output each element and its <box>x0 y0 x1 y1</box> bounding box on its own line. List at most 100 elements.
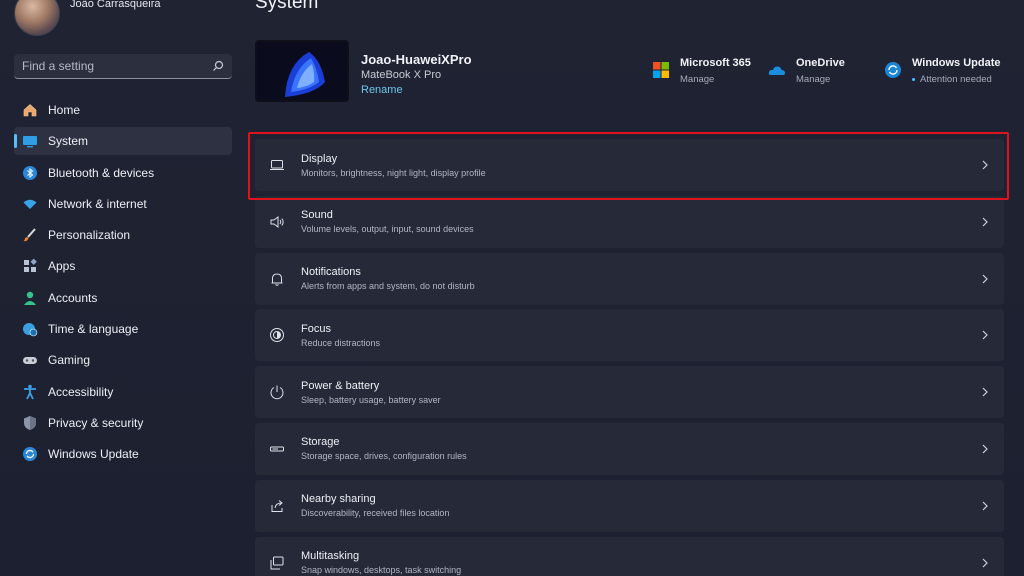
sidebar-item-label: Personalization <box>48 228 131 243</box>
sidebar-item-label: Home <box>48 103 81 117</box>
user-profile[interactable]: João Carrasqueira <box>14 0 161 36</box>
sidebar-item-privacy[interactable]: Privacy & security <box>14 409 232 437</box>
cloud-icon <box>768 66 785 75</box>
wifi-icon <box>22 196 38 212</box>
sidebar-item-bluetooth[interactable]: Bluetooth & devices <box>14 159 232 187</box>
sidebar-item-personalization[interactable]: Personalization <box>14 221 232 249</box>
sidebar-item-label: Gaming <box>48 353 91 368</box>
sidebar-item-network[interactable]: Network & internet <box>14 190 232 218</box>
sidebar-item-accounts[interactable]: Accounts <box>14 284 232 312</box>
update-icon <box>885 62 901 78</box>
card-sound[interactable]: Sound Volume levels, output, input, sound… <box>255 195 1004 248</box>
sidebar: João Carrasqueira Find a setting Home Sy… <box>0 0 242 576</box>
card-notifications[interactable]: Notifications Alerts from apps and system… <box>255 252 1004 305</box>
rename-link[interactable]: Rename <box>361 84 403 96</box>
card-multitasking[interactable]: Multitasking Snap windows, desktops, task… <box>255 536 1004 576</box>
microsoft-365-tile[interactable]: Microsoft 365 Manage <box>652 57 751 85</box>
card-subtitle: Sleep, battery usage, battery saver <box>301 394 441 405</box>
chevron-right-icon <box>982 217 988 227</box>
sidebar-item-label: Accessibility <box>48 384 114 399</box>
card-subtitle: Alerts from apps and system, do not dist… <box>301 281 475 292</box>
chevron-right-icon <box>982 330 988 340</box>
card-subtitle: Snap windows, desktops, task switching <box>301 565 462 576</box>
sidebar-item-time-language[interactable]: Time & language <box>14 315 232 343</box>
device-name: Joao-HuaweiXPro <box>361 52 472 67</box>
sidebar-nav: Home System Bluetooth & devices Network … <box>14 96 232 472</box>
search-icon <box>213 60 224 71</box>
sidebar-item-windows-update[interactable]: Windows Update <box>14 440 232 468</box>
card-nearby-sharing[interactable]: Nearby sharing Discoverability, received … <box>255 479 1004 532</box>
person-icon <box>22 290 38 306</box>
sidebar-item-gaming[interactable]: Gaming <box>14 346 232 374</box>
multitask-icon <box>269 555 285 571</box>
device-wallpaper-thumbnail <box>255 40 349 102</box>
quick-title: Microsoft 365 <box>680 57 751 69</box>
gamepad-icon <box>22 352 38 368</box>
card-subtitle: Discoverability, received files location <box>301 508 450 519</box>
sidebar-item-label: Time & language <box>48 322 139 337</box>
quick-sub: Attention needed <box>912 74 1001 85</box>
sidebar-item-label: Bluetooth & devices <box>48 165 155 180</box>
bluetooth-icon <box>22 165 38 181</box>
card-title: Notifications <box>301 266 361 279</box>
accessibility-icon <box>22 384 38 400</box>
sidebar-item-system[interactable]: System <box>14 127 232 156</box>
power-icon <box>269 384 285 400</box>
globe-clock-icon <box>22 321 38 337</box>
quick-sub: Manage <box>796 74 831 85</box>
microsoft-logo-icon <box>653 62 669 78</box>
chevron-right-icon <box>982 444 988 454</box>
bell-icon <box>269 271 285 287</box>
apps-icon <box>22 258 38 274</box>
speaker-icon <box>269 214 285 230</box>
page-title: System <box>255 0 319 13</box>
sidebar-item-label: Apps <box>48 259 76 274</box>
update-status: Attention needed <box>920 74 992 85</box>
card-subtitle: Storage space, drives, configuration rul… <box>301 451 467 462</box>
settings-list: Display Monitors, brightness, night light… <box>255 139 1004 576</box>
search-input[interactable]: Find a setting <box>14 54 232 79</box>
chevron-right-icon <box>982 274 988 284</box>
sidebar-item-accessibility[interactable]: Accessibility <box>14 378 232 406</box>
windows-update-tile[interactable]: Windows Update Attention needed <box>884 57 1001 85</box>
brush-icon <box>22 227 38 243</box>
sidebar-item-home[interactable]: Home <box>14 96 232 124</box>
chevron-right-icon <box>982 501 988 511</box>
quick-title: OneDrive <box>796 57 845 69</box>
card-subtitle: Volume levels, output, input, sound devi… <box>301 224 474 235</box>
chevron-right-icon <box>982 558 988 568</box>
home-icon <box>22 102 38 118</box>
card-title: Nearby sharing <box>301 493 376 506</box>
card-title: Multitasking <box>301 550 360 563</box>
card-title: Focus <box>301 322 331 335</box>
focus-icon <box>269 327 285 343</box>
settings-window: João Carrasqueira Find a setting Home Sy… <box>0 0 1024 576</box>
device-model: MateBook X Pro <box>361 69 442 81</box>
shield-icon <box>22 415 38 431</box>
card-subtitle: Reduce distractions <box>301 337 381 348</box>
sidebar-item-label: Windows Update <box>48 447 139 462</box>
display-highlight-box <box>248 132 1009 200</box>
card-title: Sound <box>301 209 333 222</box>
monitor-icon <box>22 133 38 149</box>
onedrive-tile[interactable]: OneDrive Manage <box>768 57 845 85</box>
drive-icon <box>269 441 285 457</box>
card-title: Storage <box>301 436 340 449</box>
share-icon <box>269 498 285 514</box>
card-focus[interactable]: Focus Reduce distractions <box>255 309 1004 362</box>
avatar <box>14 0 60 36</box>
status-dot <box>912 77 915 81</box>
sidebar-item-label: Privacy & security <box>48 415 144 430</box>
sidebar-item-label: System <box>48 134 89 149</box>
sidebar-item-label: Accounts <box>48 290 98 305</box>
card-title: Power & battery <box>301 379 380 392</box>
card-storage[interactable]: Storage Storage space, drives, configurat… <box>255 422 1004 475</box>
chevron-right-icon <box>982 387 988 397</box>
main-content: System Joao-HuaweiXPro MateBook X Pro Re… <box>242 0 1024 576</box>
search-placeholder: Find a setting <box>22 59 95 73</box>
quick-sub: Manage <box>680 74 715 85</box>
sidebar-item-apps[interactable]: Apps <box>14 252 232 280</box>
sidebar-item-label: Network & internet <box>48 196 147 211</box>
update-icon <box>22 446 38 462</box>
card-power-battery[interactable]: Power & battery Sleep, battery usage, bat… <box>255 366 1004 419</box>
